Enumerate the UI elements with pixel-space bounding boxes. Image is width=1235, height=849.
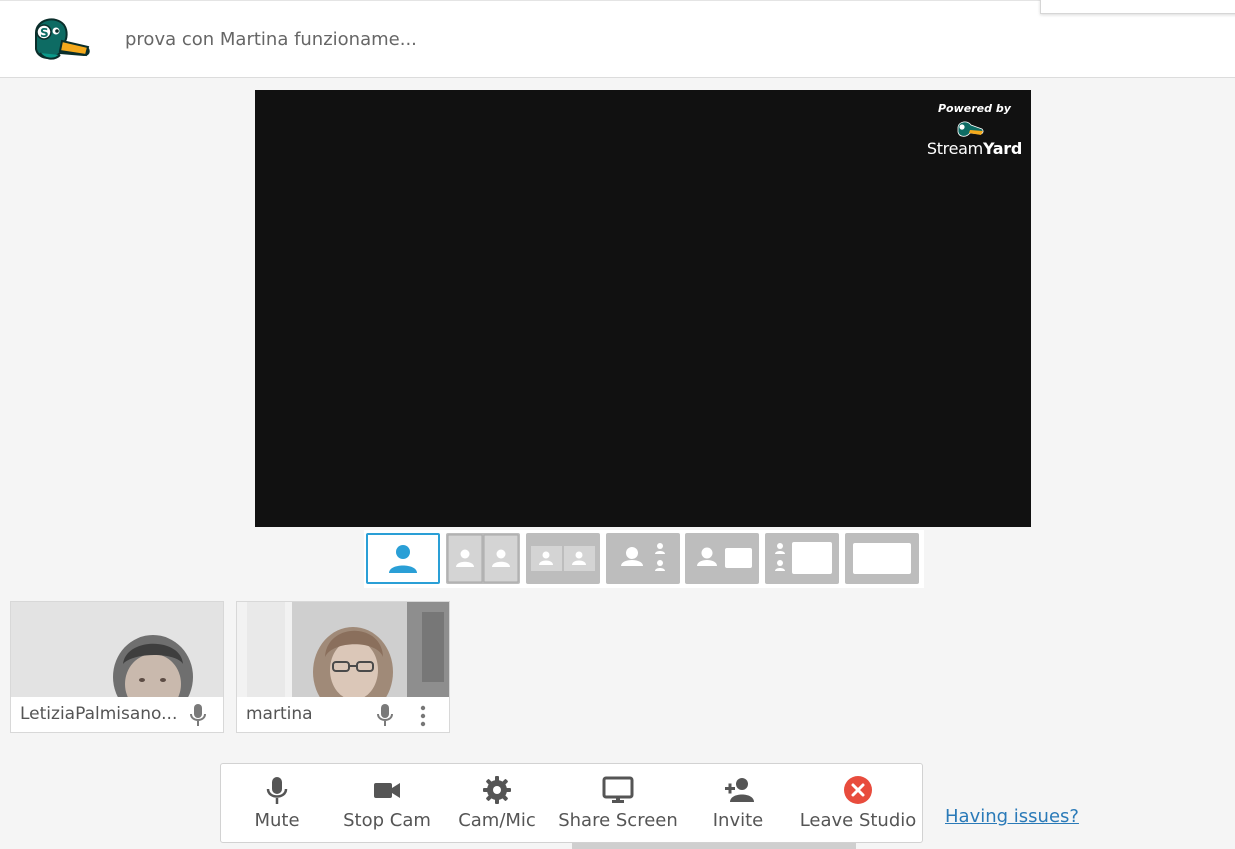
person-add-icon bbox=[725, 778, 754, 802]
streamyard-wordmark: StreamYard bbox=[927, 139, 1022, 158]
layout-screen-thumbnail-button[interactable] bbox=[685, 533, 759, 584]
stop-cam-button[interactable]: Stop Cam bbox=[333, 764, 441, 842]
mute-button[interactable]: Mute bbox=[231, 764, 323, 842]
mic-icon[interactable] bbox=[374, 702, 396, 728]
share-screen-label: Share Screen bbox=[558, 810, 678, 831]
screen-only-icon bbox=[853, 543, 911, 574]
wordmark-stream: Stream bbox=[926, 139, 983, 158]
layout-solo-button[interactable] bbox=[366, 533, 440, 584]
leave-studio-label: Leave Studio bbox=[799, 810, 917, 831]
streamyard-logo-icon[interactable]: S bbox=[30, 13, 94, 65]
leave-studio-button[interactable]: Leave Studio bbox=[799, 764, 917, 842]
two-person-cropped-icon bbox=[447, 534, 519, 583]
streamyard-mini-logo-icon bbox=[957, 121, 984, 137]
dropdown-popup-edge bbox=[1040, 0, 1235, 14]
broadcast-stage: Powered by StreamYard bbox=[255, 90, 1031, 527]
participant-name: LetiziaPalmisano... bbox=[20, 704, 178, 724]
mute-label: Mute bbox=[254, 810, 300, 831]
layout-selector bbox=[364, 530, 924, 588]
having-issues-link[interactable]: Having issues? bbox=[945, 806, 1079, 827]
bottom-scroll-indicator bbox=[572, 843, 856, 849]
wordmark-yard: Yard bbox=[982, 139, 1022, 158]
leader-layout-icon bbox=[621, 543, 665, 571]
layout-leader-button[interactable] bbox=[606, 533, 680, 584]
share-screen-button[interactable]: Share Screen bbox=[557, 764, 679, 842]
layout-cropped-button[interactable] bbox=[446, 533, 520, 584]
monitor-icon bbox=[602, 776, 634, 803]
mic-icon bbox=[266, 777, 288, 804]
participant-name: martina bbox=[246, 704, 313, 724]
powered-by-label: Powered by bbox=[937, 102, 1011, 115]
studio-toolbar: Mute Stop Cam Cam/Mic Share Screen Invit… bbox=[220, 763, 923, 843]
participant-video bbox=[11, 602, 223, 697]
layout-screen-sidebar-button[interactable] bbox=[765, 533, 839, 584]
cam-mic-settings-button[interactable]: Cam/Mic bbox=[447, 764, 547, 842]
layout-screen-only-button[interactable] bbox=[845, 533, 919, 584]
participant-video bbox=[237, 602, 449, 697]
layout-group-button[interactable] bbox=[526, 533, 600, 584]
more-vert-icon[interactable] bbox=[416, 704, 430, 728]
gear-icon bbox=[483, 776, 511, 804]
participant-tile[interactable]: LetiziaPalmisano... bbox=[10, 601, 224, 733]
close-circle-icon bbox=[844, 776, 872, 804]
two-person-group-icon bbox=[531, 546, 595, 571]
powered-by-watermark: Powered by StreamYard bbox=[927, 102, 1022, 158]
stop-cam-label: Stop Cam bbox=[343, 810, 431, 831]
sidebar-and-screen-icon bbox=[775, 542, 832, 574]
invite-label: Invite bbox=[712, 810, 764, 831]
person-icon bbox=[389, 545, 417, 573]
svg-text:S: S bbox=[40, 26, 49, 40]
videocam-icon bbox=[374, 783, 400, 798]
person-and-screen-icon bbox=[697, 547, 752, 568]
participant-tile[interactable]: martina bbox=[236, 601, 450, 733]
invite-button[interactable]: Invite bbox=[691, 764, 785, 842]
mic-icon[interactable] bbox=[187, 702, 209, 728]
cam-mic-label: Cam/Mic bbox=[458, 810, 536, 831]
broadcast-title[interactable]: prova con Martina funzioname... bbox=[125, 29, 417, 50]
